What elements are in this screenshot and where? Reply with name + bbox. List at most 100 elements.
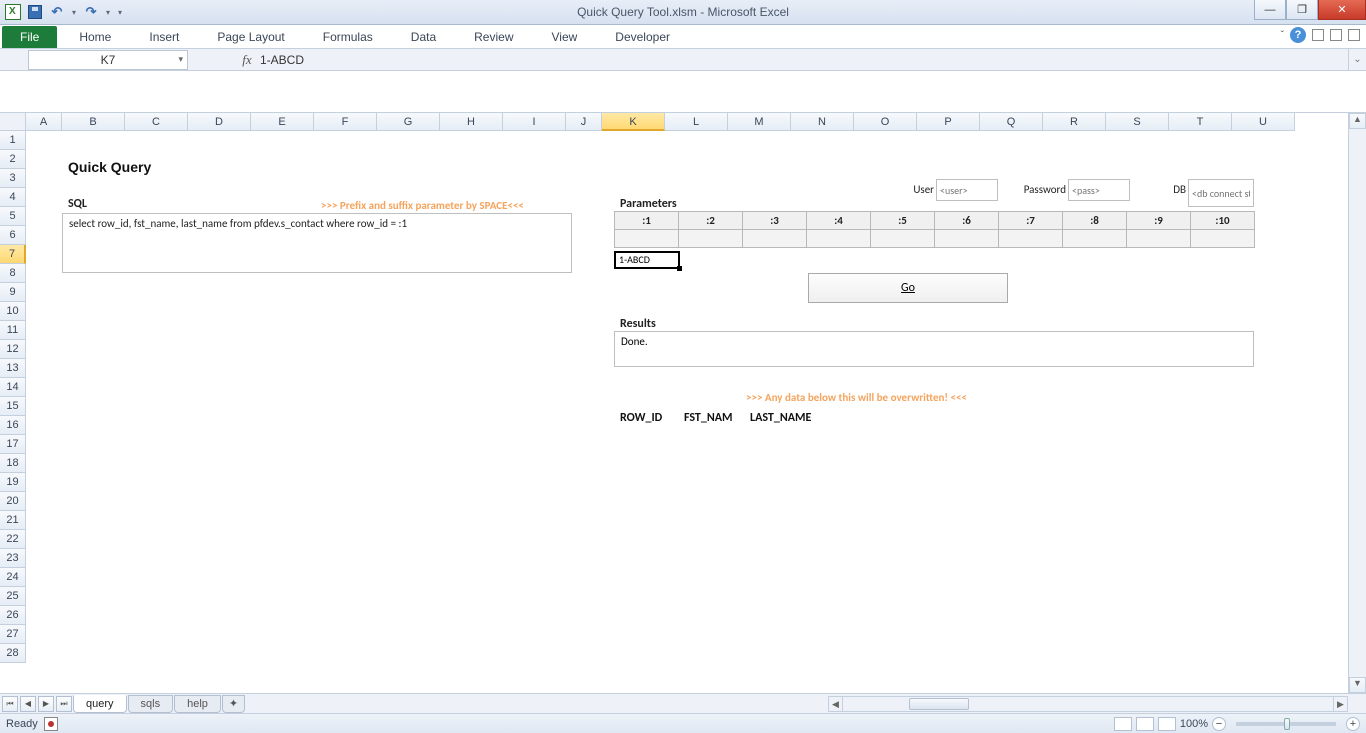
col-header-D[interactable]: D	[188, 113, 251, 131]
worksheet-grid[interactable]: ABCDEFGHIJKLMNOPQRSTU 123456789101112131…	[0, 113, 1366, 693]
col-header-C[interactable]: C	[125, 113, 188, 131]
name-box[interactable]: K7	[28, 50, 188, 70]
zoom-out-button[interactable]: −	[1212, 717, 1226, 731]
row-header-4[interactable]: 4	[0, 188, 26, 207]
row-header-10[interactable]: 10	[0, 302, 26, 321]
tab-page-layout[interactable]: Page Layout	[201, 26, 300, 48]
row-header-15[interactable]: 15	[0, 397, 26, 416]
col-header-G[interactable]: G	[377, 113, 440, 131]
row-header-24[interactable]: 24	[0, 568, 26, 587]
col-header-R[interactable]: R	[1043, 113, 1106, 131]
col-header-I[interactable]: I	[503, 113, 566, 131]
tab-review[interactable]: Review	[458, 26, 529, 48]
tab-data[interactable]: Data	[395, 26, 452, 48]
zoom-slider[interactable]	[1236, 722, 1336, 726]
scroll-left-icon[interactable]: ◀	[829, 697, 843, 711]
sheet-tab-help[interactable]: help	[174, 695, 221, 713]
minimize-button[interactable]: —	[1254, 0, 1286, 20]
formula-input[interactable]	[256, 50, 1348, 70]
redo-dropdown-icon[interactable]: ▾	[104, 8, 112, 17]
col-header-J[interactable]: J	[566, 113, 602, 131]
sheet-tab-sqls[interactable]: sqls	[128, 695, 174, 713]
row-header-1[interactable]: 1	[0, 131, 26, 150]
parameters-table[interactable]: :1:2:3:4:5:6:7:8:9:10	[614, 211, 1255, 248]
fx-icon[interactable]: fx	[238, 52, 256, 68]
param-cell-10[interactable]	[1191, 230, 1255, 248]
col-header-H[interactable]: H	[440, 113, 503, 131]
tab-view[interactable]: View	[536, 26, 594, 48]
horizontal-scrollbar[interactable]: ◀ ▶	[828, 696, 1348, 712]
col-header-K[interactable]: K	[602, 113, 665, 131]
param-cell-1[interactable]	[615, 230, 679, 248]
macro-record-icon[interactable]	[44, 717, 58, 731]
sql-textarea[interactable]: select row_id, fst_name, last_name from …	[62, 213, 572, 273]
go-button[interactable]: Go	[808, 273, 1008, 303]
fill-handle[interactable]	[677, 266, 682, 271]
row-header-21[interactable]: 21	[0, 511, 26, 530]
col-header-M[interactable]: M	[728, 113, 791, 131]
row-header-6[interactable]: 6	[0, 226, 26, 245]
row-header-8[interactable]: 8	[0, 264, 26, 283]
file-tab[interactable]: File	[2, 26, 57, 48]
row-header-18[interactable]: 18	[0, 454, 26, 473]
qat-customize-icon[interactable]: ▾	[116, 8, 124, 17]
row-header-16[interactable]: 16	[0, 416, 26, 435]
col-header-F[interactable]: F	[314, 113, 377, 131]
close-button[interactable]: ✕	[1318, 0, 1366, 20]
workbook-restore-icon[interactable]	[1330, 29, 1342, 41]
row-header-19[interactable]: 19	[0, 473, 26, 492]
vertical-scrollbar[interactable]: ▲ ▼	[1348, 113, 1366, 693]
row-header-25[interactable]: 25	[0, 587, 26, 606]
tab-nav-last-icon[interactable]: ⏭	[56, 696, 72, 712]
password-input[interactable]	[1068, 179, 1130, 201]
param-cell-8[interactable]	[1063, 230, 1127, 248]
row-header-14[interactable]: 14	[0, 378, 26, 397]
zoom-in-button[interactable]: +	[1346, 717, 1360, 731]
view-page-break-icon[interactable]	[1158, 717, 1176, 731]
row-header-12[interactable]: 12	[0, 340, 26, 359]
excel-app-icon[interactable]	[4, 3, 22, 21]
param-cell-7[interactable]	[999, 230, 1063, 248]
scroll-up-icon[interactable]: ▲	[1349, 113, 1366, 129]
tab-nav-next-icon[interactable]: ▶	[38, 696, 54, 712]
row-header-22[interactable]: 22	[0, 530, 26, 549]
selected-cell[interactable]: 1-ABCD	[614, 251, 680, 269]
param-cell-2[interactable]	[679, 230, 743, 248]
cells-canvas[interactable]: Quick Query SQL >>> Prefix and suffix pa…	[26, 131, 1348, 693]
col-header-E[interactable]: E	[251, 113, 314, 131]
undo-icon[interactable]: ↶	[48, 3, 66, 21]
row-header-3[interactable]: 3	[0, 169, 26, 188]
tab-formulas[interactable]: Formulas	[307, 26, 389, 48]
new-sheet-icon[interactable]: ✦	[222, 695, 245, 713]
row-header-27[interactable]: 27	[0, 625, 26, 644]
row-header-20[interactable]: 20	[0, 492, 26, 511]
scroll-right-icon[interactable]: ▶	[1333, 697, 1347, 711]
col-header-L[interactable]: L	[665, 113, 728, 131]
row-header-2[interactable]: 2	[0, 150, 26, 169]
workbook-close-icon[interactable]	[1348, 29, 1360, 41]
row-header-9[interactable]: 9	[0, 283, 26, 302]
view-normal-icon[interactable]	[1114, 717, 1132, 731]
tab-developer[interactable]: Developer	[599, 26, 686, 48]
col-header-T[interactable]: T	[1169, 113, 1232, 131]
db-input[interactable]	[1188, 179, 1254, 207]
scroll-down-icon[interactable]: ▼	[1349, 677, 1366, 693]
select-all-corner[interactable]	[0, 113, 26, 131]
redo-icon[interactable]: ↷	[82, 3, 100, 21]
undo-dropdown-icon[interactable]: ▾	[70, 8, 78, 17]
tab-home[interactable]: Home	[63, 26, 127, 48]
sheet-tab-query[interactable]: query	[73, 695, 127, 713]
formula-expand-icon[interactable]: ⌄	[1348, 49, 1366, 70]
help-icon[interactable]: ?	[1290, 27, 1306, 43]
hscroll-thumb[interactable]	[909, 698, 969, 710]
row-header-13[interactable]: 13	[0, 359, 26, 378]
row-header-26[interactable]: 26	[0, 606, 26, 625]
col-header-Q[interactable]: Q	[980, 113, 1043, 131]
param-cell-4[interactable]	[807, 230, 871, 248]
row-header-28[interactable]: 28	[0, 644, 26, 663]
param-cell-6[interactable]	[935, 230, 999, 248]
row-header-23[interactable]: 23	[0, 549, 26, 568]
ribbon-minimize-icon[interactable]: ˇ	[1281, 30, 1284, 41]
param-cell-3[interactable]	[743, 230, 807, 248]
tab-insert[interactable]: Insert	[133, 26, 195, 48]
